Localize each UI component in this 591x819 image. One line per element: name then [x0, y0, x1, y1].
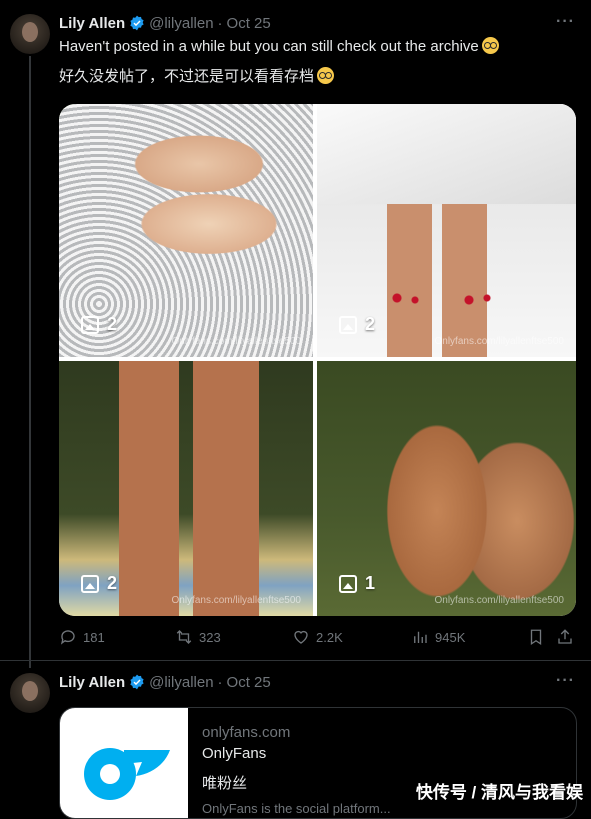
media-count-badge: 2 — [81, 314, 117, 335]
verified-badge-icon — [130, 15, 144, 31]
heart-icon — [294, 630, 308, 644]
card-description: 唯粉丝 — [202, 775, 248, 792]
tweet-text-english: Haven't posted in a while but you can st… — [59, 37, 499, 55]
more-options-icon[interactable]: ··· — [556, 672, 575, 690]
bar-chart-icon — [414, 631, 427, 643]
source-watermark: 快传号 / 清风与我看娱 — [415, 783, 583, 802]
avatar[interactable] — [10, 14, 50, 54]
nerd-face-emoji-icon — [317, 67, 335, 84]
separator-dot: · — [217, 673, 223, 691]
image-icon — [81, 574, 99, 593]
nerd-face-emoji-icon — [481, 37, 499, 54]
photo-watermark: Onlyfans.com/lilyallenftse500 — [434, 595, 564, 606]
reply-icon — [60, 630, 75, 645]
reply-button[interactable]: 181 — [59, 628, 105, 646]
photo-watermark: Onlyfans.com/lilyallenftse500 — [434, 336, 564, 347]
tweet-date[interactable]: Oct 25 — [227, 674, 271, 691]
display-name[interactable]: Lily Allen — [59, 15, 125, 32]
display-name[interactable]: Lily Allen — [59, 674, 125, 691]
tweet-actions: 181 323 2.2K 945K — [59, 628, 576, 650]
reply-count: 181 — [83, 629, 105, 645]
more-options-icon[interactable]: ··· — [556, 13, 575, 31]
image-icon — [81, 315, 99, 334]
photo-watermark: Onlyfans.com/lilyallenftse500 — [171, 336, 301, 347]
thread-line — [29, 56, 31, 668]
repost-count: 323 — [199, 629, 221, 645]
onlyfans-logo-icon — [84, 748, 170, 800]
like-count: 2.2K — [316, 629, 343, 645]
bookmark-button[interactable] — [527, 628, 545, 646]
image-icon — [339, 574, 357, 593]
like-button[interactable]: 2.2K — [292, 628, 343, 646]
views-button[interactable]: 945K — [411, 628, 465, 646]
card-thumbnail — [60, 708, 188, 818]
card-faded-text: OnlyFans is the social platform... — [202, 801, 391, 816]
card-domain: onlyfans.com — [202, 724, 291, 741]
share-icon — [558, 629, 572, 644]
media-count-badge: 2 — [81, 573, 117, 594]
media-photo-4[interactable]: 1 Onlyfans.com/lilyallenftse500 — [317, 361, 576, 616]
photo-watermark: Onlyfans.com/lilyallenftse500 — [171, 595, 301, 606]
card-title: OnlyFans — [202, 745, 267, 762]
tweet-date[interactable]: Oct 25 — [227, 15, 271, 32]
media-photo-2[interactable]: 2 Onlyfans.com/lilyallenftse500 — [317, 104, 576, 357]
media-count-badge: 1 — [339, 573, 375, 594]
verified-badge-icon — [130, 674, 144, 690]
bookmark-icon — [530, 629, 542, 646]
separator-dot: · — [217, 14, 223, 32]
media-photo-3[interactable]: 2 Onlyfans.com/lilyallenftse500 — [59, 361, 313, 616]
tweet-text-chinese: 好久没发帖了，不过还是可以看看存档 — [59, 65, 335, 86]
media-count-badge: 2 — [339, 314, 375, 335]
tweet-divider — [0, 660, 591, 661]
media-grid: 2 Onlyfans.com/lilyallenftse500 2 Onlyfa… — [59, 104, 576, 616]
avatar[interactable] — [10, 673, 50, 713]
repost-icon — [176, 630, 192, 644]
tweet-header: Lily Allen @lilyallen · Oct 25 — [59, 13, 271, 33]
repost-button[interactable]: 323 — [175, 628, 221, 646]
view-count: 945K — [435, 629, 466, 645]
tweet-header: Lily Allen @lilyallen · Oct 25 — [59, 672, 271, 692]
media-photo-1[interactable]: 2 Onlyfans.com/lilyallenftse500 — [59, 104, 313, 357]
user-handle[interactable]: @lilyallen — [149, 674, 213, 691]
image-icon — [339, 315, 357, 334]
share-button[interactable] — [556, 628, 574, 646]
user-handle[interactable]: @lilyallen — [149, 15, 213, 32]
